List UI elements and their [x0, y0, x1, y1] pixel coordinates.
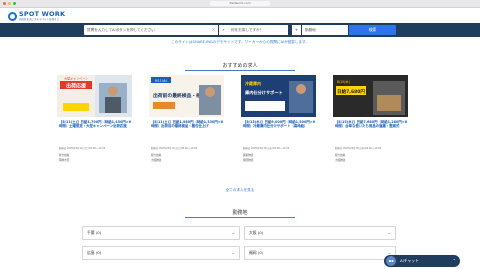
svg-text:庫内仕分けサポート: 庫内仕分けサポート: [244, 89, 283, 96]
logo-mark-icon: [8, 11, 17, 21]
svg-text:大型キャンペーン: 大型キャンペーン: [64, 76, 88, 81]
search-bar: 質問を入力してAIボタンを押してください ✕ ⌕ 何をお探しですか？ ⌖ 勤務地…: [0, 23, 480, 37]
job-card-title[interactable]: 【8/11(土)】日給1,980円（時給1,330円×6時間）出荷前の最終検品・…: [151, 120, 223, 129]
job-card-title[interactable]: 【8/15(水)】日給9,000円（時給1,500円×6時間）冷蔵庫内仕分けサポ…: [243, 120, 315, 129]
area-select[interactable]: 勤務地: [302, 25, 348, 35]
job-card-title[interactable]: 【8/15(木)】日給7,680円（時給1,280円×6時間）合単な使いたち用品…: [335, 120, 407, 129]
address-bar[interactable]: fieldwork.com: [210, 1, 270, 6]
job-card-image: 出荷応援 大型キャンペーン: [57, 75, 132, 117]
chevron-up-icon: ⌃: [452, 258, 456, 263]
job-card[interactable]: 8/15(木) 日給7,680円 【8/15(木)】日給7,680円（時給1,2…: [333, 75, 408, 165]
job-card-company: 軽大技術: [59, 154, 70, 157]
job-card[interactable]: 出荷応援 大型キャンペーン 【8/11(土)】日給1,700円（時給1,450円…: [57, 75, 132, 165]
keyword-input[interactable]: 何をお探しですか？: [228, 25, 288, 35]
region-heading: 勤務地: [232, 210, 248, 216]
logo-title: SPOT WORK: [19, 10, 66, 18]
view-all-jobs-link[interactable]: 全ての求人を見る: [0, 188, 480, 193]
robot-icon: [386, 256, 396, 266]
job-card-location: 関西物流: [243, 159, 254, 162]
svg-text:出荷前の最終検品・梱包: 出荷前の最終検品・梱包: [153, 92, 206, 99]
job-banner-3: 冷蔵庫内 庫内仕分けサポート: [241, 75, 316, 117]
job-banner-2: 8/11(土) 出荷前の最終検品・梱包: [149, 75, 224, 117]
job-card-location: 大阪物流: [335, 159, 346, 162]
job-card-image: 8/11(土) 出荷前の最終検品・梱包: [149, 75, 224, 117]
region-select-osaka[interactable]: 大阪 (0) ⌄: [244, 226, 396, 240]
window-controls[interactable]: [3, 2, 16, 5]
job-card[interactable]: 8/11(土) 出荷前の最終検品・梱包 【8/11(土)】日給1,980円（時給…: [149, 75, 224, 165]
close-window-dot[interactable]: [3, 2, 6, 5]
location-pin-icon: ⌖: [292, 25, 301, 35]
job-card-date: 勤務日:2025年8月15日(木)06:00〜12:00: [335, 147, 382, 150]
region-select-chiba[interactable]: 千葉 (0) ⌄: [82, 226, 240, 240]
close-icon[interactable]: ✕: [212, 25, 215, 35]
job-card-image: 8/15(木) 日給7,680円: [333, 75, 408, 117]
recommended-heading: おすすめの求人: [222, 63, 258, 69]
svg-text:日給7,680円: 日給7,680円: [337, 88, 365, 95]
site-logo[interactable]: SPOT WORK 自由気ままにスキマバイトを探そう: [8, 10, 65, 22]
browser-chrome: fieldwork.com: [0, 0, 480, 8]
job-card-location: 大阪物流: [151, 159, 162, 162]
job-card-company: 軽大技術: [151, 154, 162, 157]
svg-text:冷蔵庫内: 冷蔵庫内: [245, 80, 261, 86]
chevron-down-icon: ⌄: [387, 230, 391, 235]
search-icon[interactable]: ⌕: [219, 25, 228, 35]
region-divider: [185, 217, 295, 218]
job-card-company: 軽大技術: [335, 154, 346, 157]
search-button[interactable]: 検索: [349, 25, 396, 35]
region-select-fukuoka[interactable]: 福岡 (0) ⌄: [244, 246, 396, 260]
svg-text:8/15(木): 8/15(木): [337, 79, 350, 84]
minimize-window-dot[interactable]: [8, 2, 11, 5]
job-card-date: 勤務日:2025年8月11日(土)06:00〜12:00: [151, 147, 198, 150]
site-header: SPOT WORK 自由気ままにスキマバイトを探そう: [0, 8, 480, 23]
chevron-down-icon: ⌄: [231, 250, 235, 255]
job-card-date: 勤務日:2025年8月15日(水)06:00〜12:00: [243, 147, 290, 150]
job-banner-1: 出荷応援 大型キャンペーン: [57, 75, 132, 117]
job-card-title[interactable]: 【8/11(土)】日給1,700円（時給1,450円×6時間）土曜限定・大型キャ…: [59, 120, 131, 129]
job-card-date: 勤務日:2025年8月11日(土)06:00〜12:00: [59, 147, 106, 150]
chevron-down-icon: ⌄: [231, 230, 235, 235]
svg-text:出荷応援: 出荷応援: [66, 83, 87, 90]
job-banner-4: 8/15(木) 日給7,680円: [333, 75, 408, 117]
logo-subtitle: 自由気ままにスキマバイトを探そう: [19, 17, 60, 21]
chat-label: AIチャット: [400, 258, 419, 263]
region-select-hiroshima[interactable]: 広島 (0) ⌄: [82, 246, 240, 260]
job-card-location: 岡崎市西: [59, 159, 70, 162]
job-card-image: 冷蔵庫内 庫内仕分けサポート: [241, 75, 316, 117]
maximize-window-dot[interactable]: [13, 2, 16, 5]
recommended-divider: [185, 70, 295, 71]
ai-question-input[interactable]: 質問を入力してAIボタンを押してください ✕: [84, 25, 218, 35]
job-card-company: 関東物流: [243, 154, 254, 157]
ai-chat-button[interactable]: AIチャット ⌃: [384, 255, 460, 267]
demo-notice: このサイトはSHARE-INGのデモサイトです。ワーカーからの質問にAIが回答し…: [171, 40, 309, 44]
job-card[interactable]: 冷蔵庫内 庫内仕分けサポート 【8/15(水)】日給9,000円（時給1,500…: [241, 75, 316, 165]
svg-text:8/11(土): 8/11(土): [155, 78, 167, 83]
